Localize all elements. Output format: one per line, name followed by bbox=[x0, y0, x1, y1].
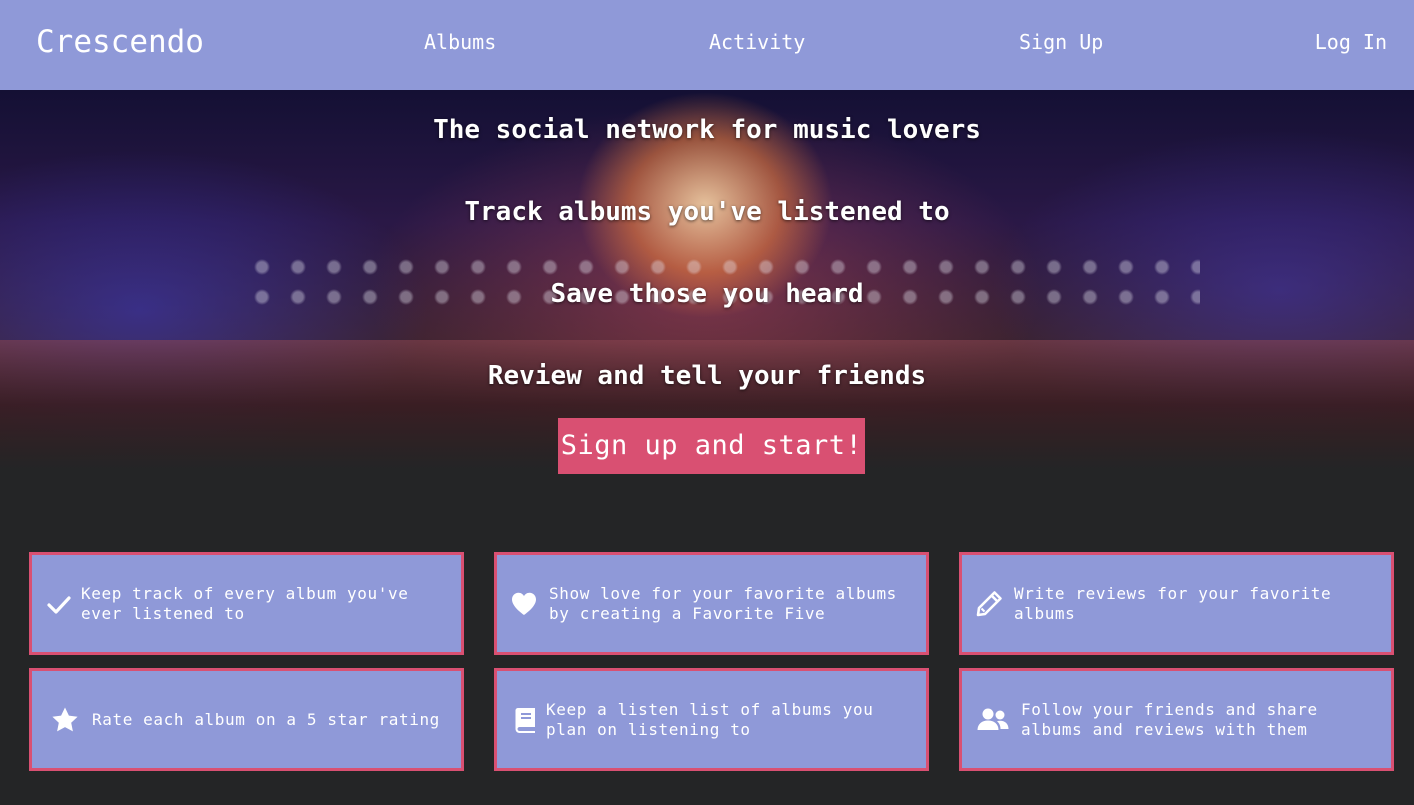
nav-link-activity[interactable]: Activity bbox=[709, 30, 805, 54]
nav-link-log-in[interactable]: Log In bbox=[1315, 30, 1387, 54]
heart-icon bbox=[509, 589, 539, 619]
feature-card-rating: Rate each album on a 5 star rating bbox=[29, 668, 464, 771]
book-icon bbox=[511, 705, 541, 735]
check-icon bbox=[44, 589, 74, 619]
feature-card-friends: Follow your friends and share albums and… bbox=[959, 668, 1394, 771]
hero-tagline-track: Track albums you've listened to bbox=[464, 197, 950, 227]
feature-card-favorite-five: Show love for your favorite albums by cr… bbox=[494, 552, 929, 655]
feature-card-listen-list: Keep a listen list of albums you plan on… bbox=[494, 668, 929, 771]
nav-link-sign-up[interactable]: Sign Up bbox=[1019, 30, 1103, 54]
feature-text: Keep track of every album you've ever li… bbox=[81, 583, 409, 623]
brand-logo[interactable]: Crescendo bbox=[36, 22, 204, 62]
hero-headline: The social network for music lovers bbox=[433, 115, 981, 145]
feature-text: Rate each album on a 5 star rating bbox=[92, 709, 440, 729]
feature-text: Follow your friends and share albums and… bbox=[1021, 699, 1318, 739]
hero-tagline-save: Save those you heard bbox=[550, 279, 864, 309]
feature-text: Show love for your favorite albums by cr… bbox=[549, 583, 897, 623]
navbar: Crescendo Albums Activity Sign Up Log In bbox=[0, 0, 1414, 90]
feature-card-track: Keep track of every album you've ever li… bbox=[29, 552, 464, 655]
nav-link-albums[interactable]: Albums bbox=[424, 30, 496, 54]
users-icon bbox=[976, 705, 1010, 735]
feature-text: Write reviews for your favorite albums bbox=[1014, 583, 1332, 623]
pencil-icon bbox=[974, 589, 1004, 619]
sign-up-cta-button[interactable]: Sign up and start! bbox=[558, 418, 865, 474]
features-section: Keep track of every album you've ever li… bbox=[0, 538, 1414, 805]
star-icon bbox=[50, 705, 80, 735]
hero-tagline-review: Review and tell your friends bbox=[487, 361, 927, 391]
feature-card-reviews: Write reviews for your favorite albums bbox=[959, 552, 1394, 655]
feature-text: Keep a listen list of albums you plan on… bbox=[546, 699, 874, 739]
